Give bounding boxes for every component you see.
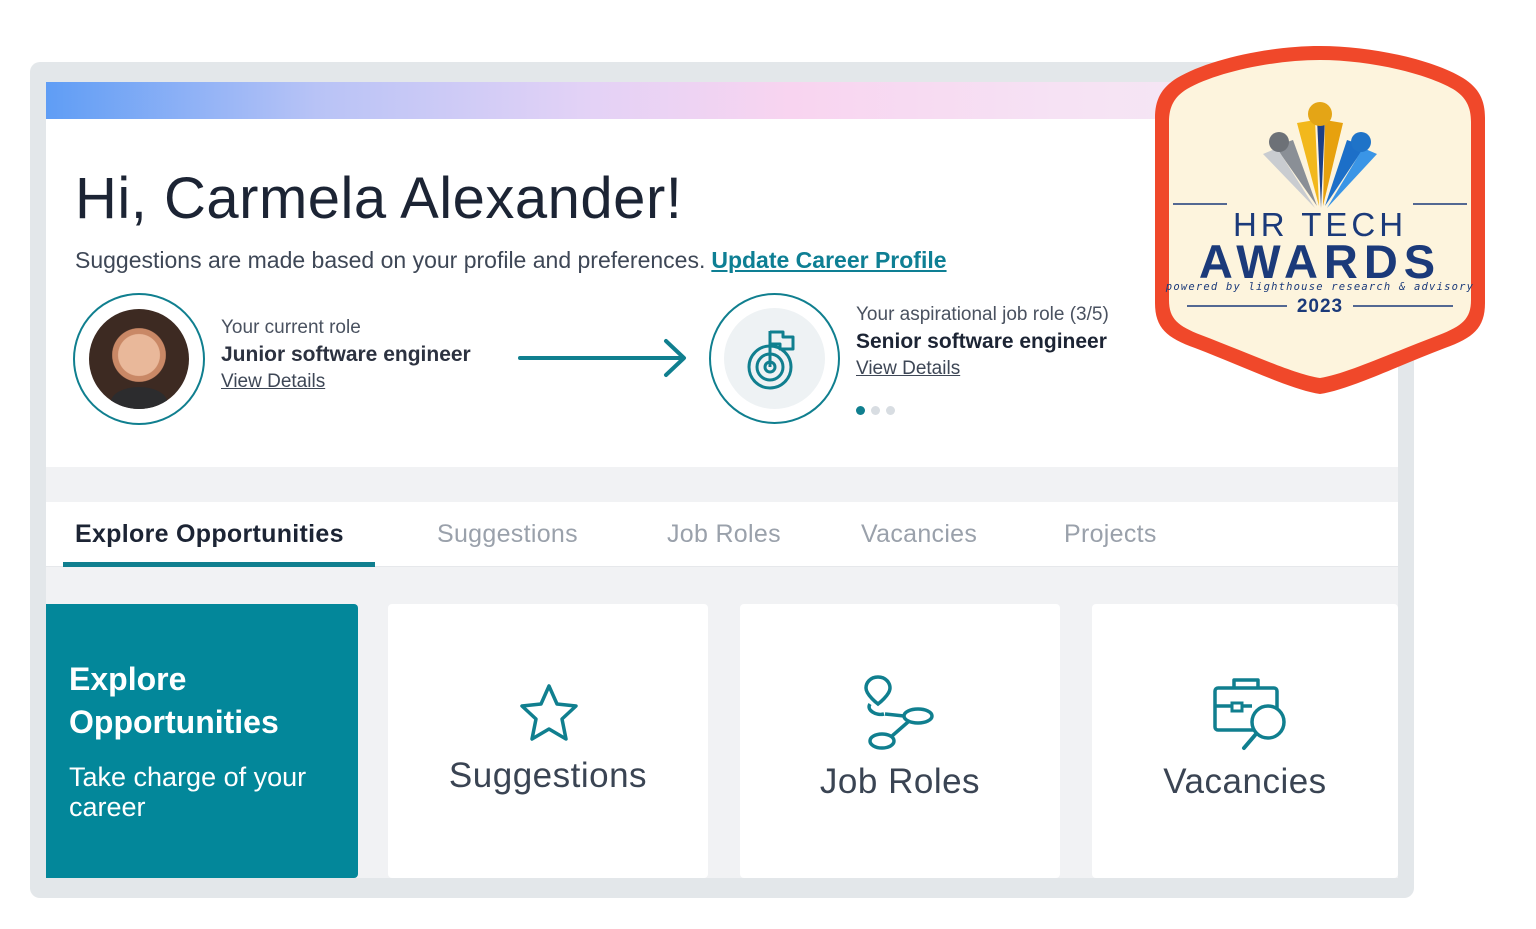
hero-title: Explore Opportunities xyxy=(69,661,279,740)
page-title: Hi, Carmela Alexander! xyxy=(75,166,683,231)
header-subtitle: Suggestions are made based on your profi… xyxy=(75,247,947,274)
target-flag-icon xyxy=(747,330,794,389)
carousel-dots xyxy=(856,406,895,415)
tab-projects[interactable]: Projects xyxy=(1064,520,1157,549)
badge-powered-by: powered by lighthouse research & advisor… xyxy=(1165,281,1475,293)
tab-explore-opportunities[interactable]: Explore Opportunities xyxy=(75,520,344,549)
job-roles-card-title: Job Roles xyxy=(819,762,981,801)
badge-year: 2023 xyxy=(1296,296,1344,317)
subtitle-text: Suggestions are made based on your profi… xyxy=(75,247,706,273)
current-role-label: Your current role xyxy=(221,317,361,338)
carousel-dot-3[interactable] xyxy=(886,406,895,415)
aspirational-role-label: Your aspirational job role (3/5) xyxy=(856,304,1109,325)
suggestions-card[interactable]: Suggestions xyxy=(388,604,708,878)
tab-vacancies[interactable]: Vacancies xyxy=(861,520,977,549)
star-icon xyxy=(520,684,578,741)
hero-subtitle: Take charge of your career xyxy=(69,762,307,822)
suggestions-card-title: Suggestions xyxy=(448,756,648,795)
explore-opportunities-card: Explore Opportunities Take charge of you… xyxy=(46,604,358,878)
tab-bar: Explore Opportunities Suggestions Job Ro… xyxy=(46,502,1398,567)
career-path-icon xyxy=(864,675,934,750)
aspirational-role-view-details-link[interactable]: View Details xyxy=(856,358,960,380)
arrow-right-icon xyxy=(518,339,686,377)
user-photo xyxy=(89,309,189,409)
current-role-view-details-link[interactable]: View Details xyxy=(221,371,325,393)
briefcase-search-icon xyxy=(1213,678,1286,750)
tab-suggestions[interactable]: Suggestions xyxy=(437,520,578,549)
tab-job-roles[interactable]: Job Roles xyxy=(667,520,781,549)
aspirational-role-badge xyxy=(709,293,840,424)
aspirational-role-name: Senior software engineer xyxy=(856,330,1107,353)
vacancies-card[interactable]: Vacancies xyxy=(1092,604,1398,878)
active-tab-indicator xyxy=(63,562,375,567)
carousel-dot-2[interactable] xyxy=(871,406,880,415)
avatar xyxy=(73,293,205,425)
update-career-profile-link[interactable]: Update Career Profile xyxy=(711,247,946,273)
hr-tech-awards-badge: HR TECH AWARDS powered by lighthouse res… xyxy=(1147,38,1493,400)
carousel-dot-1[interactable] xyxy=(856,406,865,415)
job-roles-card[interactable]: Job Roles xyxy=(740,604,1060,878)
vacancies-card-title: Vacancies xyxy=(1163,762,1327,801)
aspirational-role: Your aspirational job role (3/5) Senior … xyxy=(856,304,1109,380)
current-role-name: Junior software engineer xyxy=(221,343,471,366)
current-role: Your current role Junior software engine… xyxy=(221,317,471,393)
